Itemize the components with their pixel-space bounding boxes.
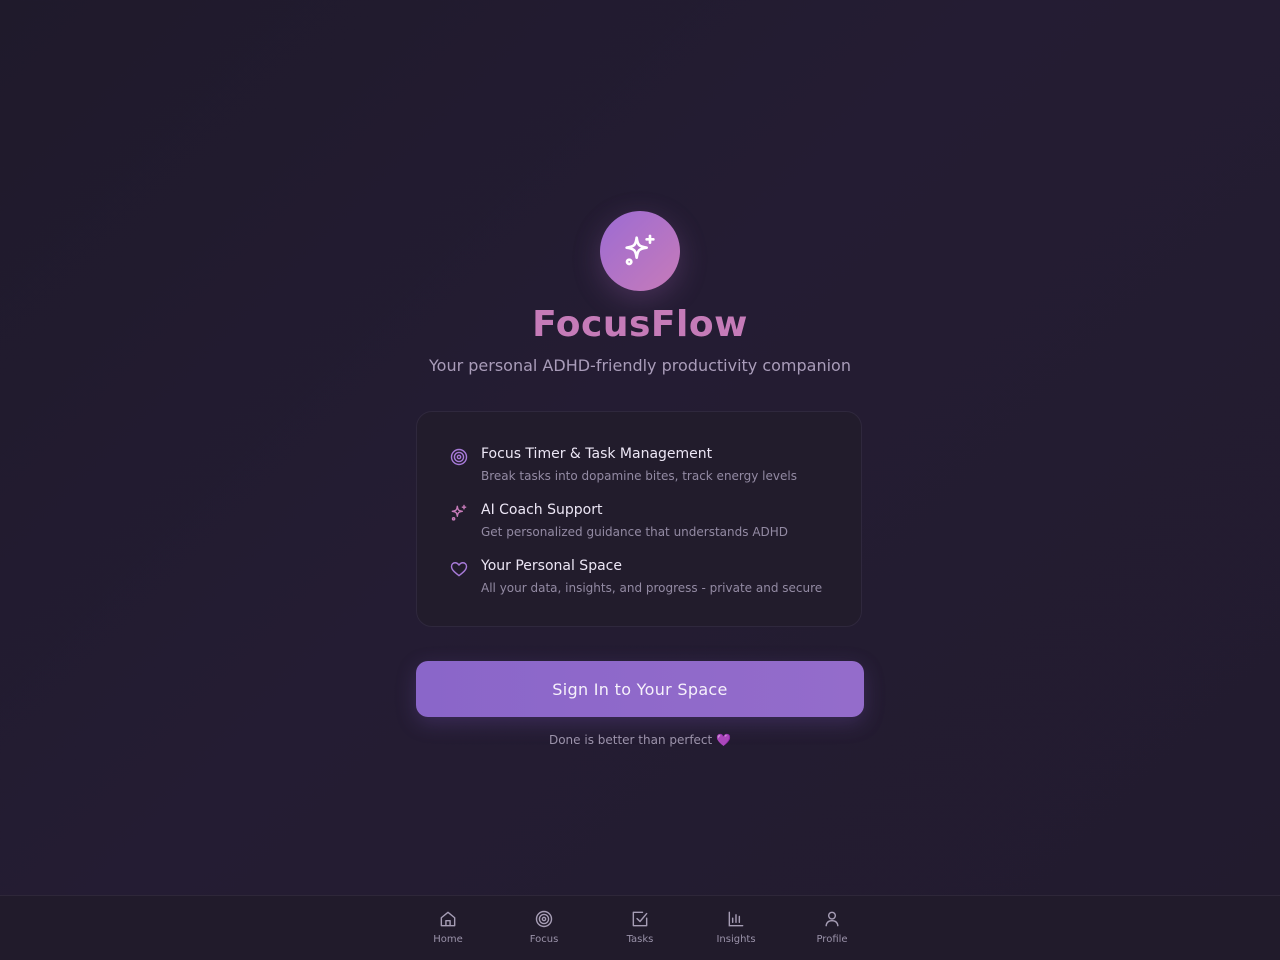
target-icon	[535, 910, 553, 928]
feature-description: Break tasks into dopamine bites, track e…	[481, 469, 797, 483]
feature-title: AI Coach Support	[481, 502, 603, 518]
bottom-navigation: Home Focus Tasks Insights Profile	[0, 895, 1280, 960]
nav-item-tasks[interactable]: Tasks	[608, 909, 672, 945]
home-icon	[440, 911, 456, 927]
sparkles-icon	[451, 504, 467, 521]
feature-description: Get personalized guidance that understan…	[481, 525, 789, 539]
nav-item-profile[interactable]: Profile	[800, 909, 864, 945]
sign-in-button[interactable]: Sign In to Your Space	[416, 661, 864, 717]
purple-heart-icon: 💜	[716, 733, 732, 747]
feature-title: Your Personal Space	[481, 558, 622, 574]
feature-description: All your data, insights, and progress - …	[481, 581, 823, 595]
nav-item-home[interactable]: Home	[416, 909, 480, 945]
app-tagline: Your personal ADHD-friendly productivity…	[429, 356, 851, 375]
app-logo	[600, 211, 680, 291]
app-title: FocusFlow	[532, 304, 748, 345]
nav-label: Insights	[716, 934, 756, 945]
bar-chart-icon	[728, 911, 744, 927]
features-card: Focus Timer & Task Management Break task…	[416, 411, 862, 627]
motto-label: Done is better than perfect	[548, 733, 713, 747]
nav-label: Profile	[816, 934, 848, 945]
nav-label: Focus	[529, 934, 559, 945]
target-icon	[450, 448, 468, 466]
nav-label: Home	[433, 934, 463, 945]
feature-title: Focus Timer & Task Management	[481, 446, 713, 462]
motto-text: Done is better than perfect 💜	[0, 733, 1280, 747]
nav-label: Tasks	[626, 934, 654, 945]
user-icon	[825, 911, 839, 927]
nav-item-insights[interactable]: Insights	[704, 909, 768, 945]
nav-item-focus[interactable]: Focus	[512, 909, 576, 945]
sparkles-icon	[625, 234, 655, 266]
checkbox-icon	[632, 911, 648, 927]
heart-icon	[450, 562, 468, 577]
